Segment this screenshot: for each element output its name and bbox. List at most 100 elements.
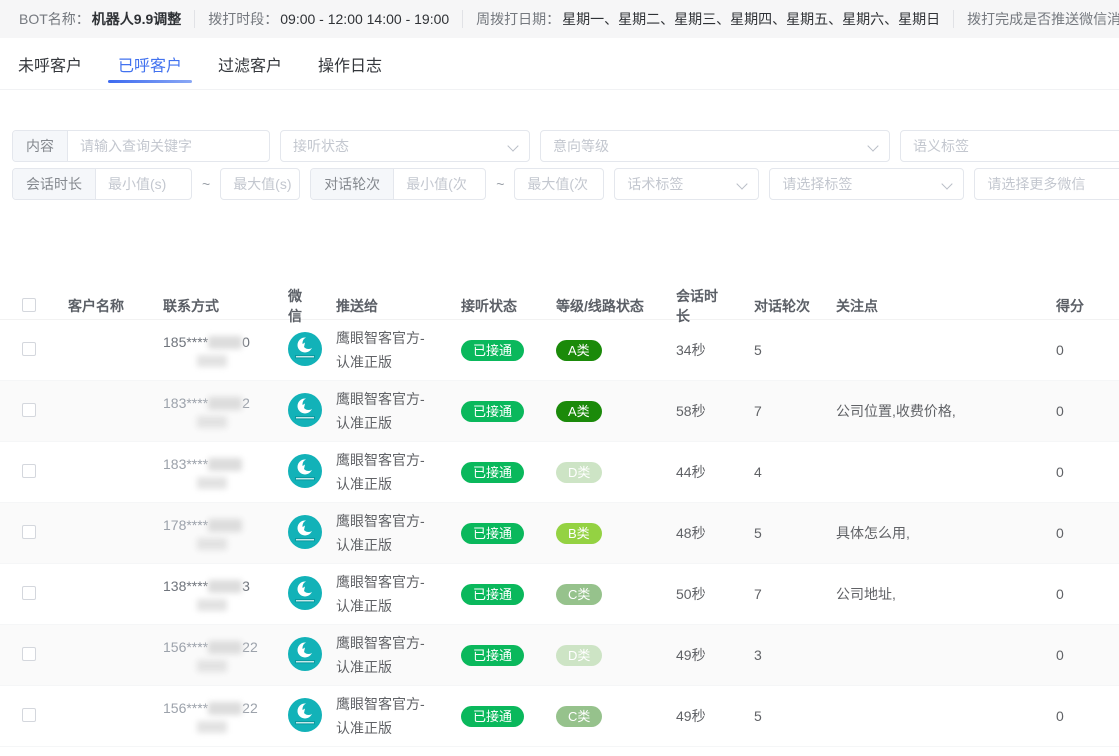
- row-checkbox[interactable]: [22, 586, 36, 600]
- duration-max-input[interactable]: 最大值(s): [220, 168, 300, 200]
- row-checkbox[interactable]: [22, 464, 36, 478]
- score-cell: 0: [1044, 342, 1119, 358]
- tab-uncalled[interactable]: 未呼客户: [18, 38, 82, 89]
- push-to-cell: 鹰眼智客官方-认准正版: [324, 448, 449, 496]
- bot-name-section: BOT名称： 机器人9.9调整: [6, 10, 194, 28]
- push-to-cell: 鹰眼智客官方-认准正版: [324, 570, 449, 618]
- answer-status-cell: 已接通: [449, 401, 544, 422]
- script-tag-select[interactable]: 话术标签: [614, 168, 759, 200]
- row-select-cell: [0, 403, 56, 420]
- select-all-checkbox[interactable]: [22, 298, 36, 312]
- wechat-avatar-icon: [288, 332, 322, 366]
- push-to-cell: 鹰眼智客官方-认准正版: [324, 631, 449, 679]
- redacted-digits: [208, 519, 242, 532]
- row-select-cell: [0, 342, 56, 359]
- answer-status-badge: 已接通: [461, 523, 524, 544]
- wechat-push-section: 拨打完成是否推送微信消: [953, 10, 1119, 28]
- rounds-cell: 7: [742, 403, 824, 419]
- redacted-line: [197, 355, 227, 367]
- score-cell: 0: [1044, 403, 1119, 419]
- table-row: 138****3鹰眼智客官方-认准正版已接通C类50秒7公司地址,0: [0, 564, 1119, 625]
- weekdays-section: 周拨打日期： 星期一、星期二、星期三、星期四、星期五、星期六、星期日: [462, 10, 953, 28]
- duration-min-input[interactable]: 最小值(s): [96, 174, 178, 194]
- rounds-max-input[interactable]: 最大值(次: [514, 168, 604, 200]
- header-rounds: 对话轮次: [742, 296, 824, 316]
- grade-cell: C类: [544, 584, 664, 605]
- answer-status-badge: 已接通: [461, 584, 524, 605]
- duration-cell: 48秒: [664, 523, 742, 543]
- intent-level-select[interactable]: 意向等级: [540, 130, 890, 162]
- wechat-cell: [276, 454, 324, 491]
- redacted-line: [197, 416, 227, 428]
- header-duration: 会话时长: [664, 286, 742, 326]
- duration-label: 会话时长: [13, 169, 96, 199]
- duration-cell: 49秒: [664, 645, 742, 665]
- intent-level-placeholder: 意向等级: [541, 136, 621, 156]
- more-wechat-input[interactable]: 请选择更多微信: [974, 168, 1119, 200]
- bot-info-bar: BOT名称： 机器人9.9调整 拨打时段： 09:00 - 12:00 14:0…: [0, 0, 1119, 38]
- answer-status-badge: 已接通: [461, 706, 524, 727]
- row-checkbox[interactable]: [22, 647, 36, 661]
- row-checkbox[interactable]: [22, 342, 36, 356]
- table-row: 156****22鹰眼智客官方-认准正版已接通D类49秒30: [0, 625, 1119, 686]
- wechat-cell: [276, 637, 324, 674]
- select-tag-select[interactable]: 请选择标签: [769, 168, 964, 200]
- row-select-cell: [0, 525, 56, 542]
- grade-cell: D类: [544, 462, 664, 483]
- rounds-cell: 5: [742, 342, 824, 358]
- duration-min-field[interactable]: 会话时长 最小值(s): [12, 168, 192, 200]
- rounds-range-separator: ~: [496, 176, 504, 192]
- semantic-tag-input[interactable]: 语义标签: [900, 130, 1119, 162]
- tab-filtered[interactable]: 过滤客户: [218, 38, 282, 89]
- answer-status-select[interactable]: 接听状态: [280, 130, 530, 162]
- wechat-cell: [276, 393, 324, 430]
- rounds-min-input[interactable]: 最小值(次: [394, 174, 479, 194]
- row-checkbox[interactable]: [22, 525, 36, 539]
- push-to-cell: 鹰眼智客官方-认准正版: [324, 509, 449, 557]
- wechat-avatar-icon: [288, 576, 322, 610]
- tab-called[interactable]: 已呼客户: [118, 38, 182, 89]
- chevron-down-icon: [737, 178, 748, 189]
- header-push-to: 推送给: [324, 296, 449, 316]
- answer-status-cell: 已接通: [449, 523, 544, 544]
- rounds-cell: 4: [742, 464, 824, 480]
- row-select-cell: [0, 708, 56, 725]
- answer-status-cell: 已接通: [449, 462, 544, 483]
- rounds-min-field[interactable]: 对话轮次 最小值(次: [310, 168, 486, 200]
- focus-cell: 具体怎么用,: [824, 523, 1044, 543]
- contact-cell: 178****: [151, 517, 276, 550]
- grade-badge: A类: [556, 340, 602, 361]
- content-keyword-field[interactable]: 内容 请输入查询关键字: [12, 130, 270, 162]
- table-row: 156****22鹰眼智客官方-认准正版已接通C类49秒50: [0, 686, 1119, 747]
- table-body: 185****0鹰眼智客官方-认准正版已接通A类34秒50183****2鹰眼智…: [0, 320, 1119, 747]
- table-row: 183****鹰眼智客官方-认准正版已接通D类44秒40: [0, 442, 1119, 503]
- content-keyword-input[interactable]: 请输入查询关键字: [68, 136, 204, 156]
- redacted-digits: [208, 580, 242, 593]
- table-row: 185****0鹰眼智客官方-认准正版已接通A类34秒50: [0, 320, 1119, 381]
- redacted-line: [197, 721, 227, 733]
- rounds-cell: 3: [742, 647, 824, 663]
- called-customers-table: 客户名称 联系方式 微信 推送给 接听状态 等级/线路状态 会话时长 对话轮次 …: [0, 286, 1119, 747]
- table-row: 183****2鹰眼智客官方-认准正版已接通A类58秒7公司位置,收费价格,0: [0, 381, 1119, 442]
- wechat-avatar-icon: [288, 454, 322, 488]
- answer-status-cell: 已接通: [449, 340, 544, 361]
- wechat-cell: [276, 332, 324, 369]
- contact-cell: 183****2: [151, 395, 276, 428]
- tab-operation-log[interactable]: 操作日志: [318, 38, 382, 89]
- duration-range-separator: ~: [202, 176, 210, 192]
- wechat-avatar-icon: [288, 698, 322, 732]
- contact-cell: 138****3: [151, 578, 276, 611]
- rounds-max-placeholder: 最大值(次: [515, 174, 600, 194]
- duration-cell: 49秒: [664, 706, 742, 726]
- table-header: 客户名称 联系方式 微信 推送给 接听状态 等级/线路状态 会话时长 对话轮次 …: [0, 286, 1119, 320]
- score-cell: 0: [1044, 525, 1119, 541]
- rounds-cell: 5: [742, 525, 824, 541]
- header-answer-status: 接听状态: [449, 296, 544, 316]
- row-checkbox[interactable]: [22, 403, 36, 417]
- header-grade-line-status: 等级/线路状态: [544, 296, 664, 316]
- answer-status-badge: 已接通: [461, 401, 524, 422]
- rounds-cell: 5: [742, 708, 824, 724]
- wechat-cell: [276, 698, 324, 735]
- answer-status-cell: 已接通: [449, 584, 544, 605]
- row-checkbox[interactable]: [22, 708, 36, 722]
